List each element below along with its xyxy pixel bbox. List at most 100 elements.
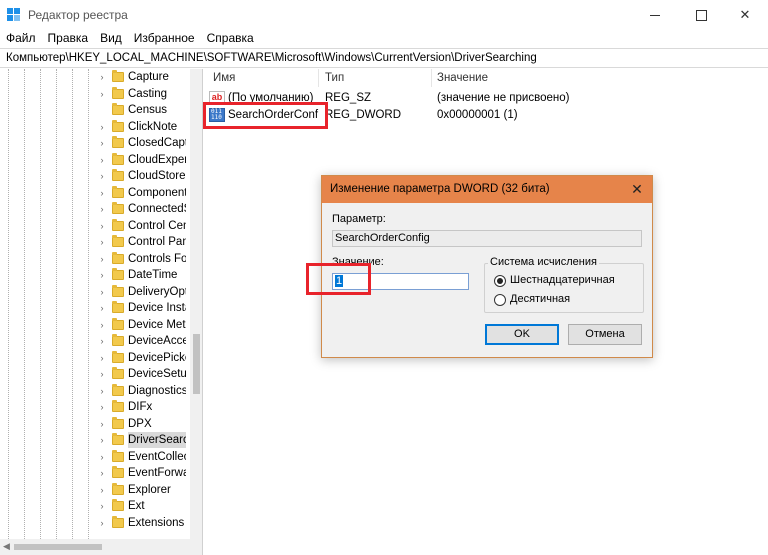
expand-chevron-icon[interactable]: › (97, 366, 107, 382)
tree-item-label: Capture (128, 71, 169, 83)
expand-chevron-icon[interactable]: › (97, 515, 107, 531)
expand-chevron-icon[interactable]: › (97, 449, 107, 465)
tree-item-label: DPX (128, 417, 152, 430)
tree-item[interactable]: › DevicePicke (0, 350, 190, 367)
tree-item[interactable]: › Diagnostics (0, 383, 190, 400)
ok-button[interactable]: OK (485, 324, 559, 345)
folder-icon (112, 268, 124, 280)
tree-item[interactable]: › ClosedCapt (0, 135, 190, 152)
tree-item[interactable]: › DeviceSetup (0, 366, 190, 383)
expand-chevron-icon[interactable]: › (97, 432, 107, 448)
expand-chevron-icon[interactable]: › (97, 168, 107, 184)
expand-chevron-icon[interactable]: › (97, 333, 107, 349)
expand-chevron-icon[interactable]: › (97, 152, 107, 168)
minimize-button[interactable] (632, 0, 678, 30)
expand-chevron-icon[interactable]: › (97, 119, 107, 135)
column-type[interactable]: Тип (325, 69, 344, 87)
tree-item-label: ClosedCapt (128, 137, 186, 149)
scroll-left-icon[interactable]: ◀ (3, 541, 10, 552)
tree-item-label: Device Insta (128, 302, 186, 314)
expand-chevron-icon[interactable]: › (97, 267, 107, 283)
folder-icon (112, 284, 124, 297)
tree-item-label: DIFx (128, 401, 153, 413)
tree-item[interactable]: › EventCollec (0, 449, 190, 466)
tree-item[interactable]: › DPX (0, 416, 190, 433)
tree-item[interactable]: › CloudStore (0, 168, 190, 185)
menu-file[interactable]: Файл (0, 30, 42, 48)
tree-item[interactable]: › DateTime (0, 267, 190, 284)
expand-chevron-icon[interactable]: › (97, 383, 107, 399)
expand-chevron-icon[interactable]: › (97, 482, 107, 498)
tree-item[interactable]: › Device Insta (0, 300, 190, 317)
value-type: REG_DWORD (325, 109, 402, 121)
tree-item[interactable]: › Component (0, 185, 190, 202)
tree-item[interactable]: › DriverSearc (0, 432, 190, 449)
close-button[interactable]: ✕ (722, 0, 768, 30)
menu-help[interactable]: Справка (201, 30, 260, 48)
tree-item[interactable]: › DeviceAcce (0, 333, 190, 350)
expand-chevron-icon[interactable]: › (97, 498, 107, 514)
tree-item-label: Ext (128, 500, 145, 512)
tree-item-label: DriverSearc (128, 432, 186, 448)
tree-item[interactable]: › Extensions (0, 515, 190, 532)
expand-chevron-icon[interactable]: › (97, 317, 107, 333)
tree-item[interactable]: › DIFx (0, 399, 190, 416)
cancel-button[interactable]: Отмена (568, 324, 642, 345)
folder-icon (112, 482, 124, 495)
expand-chevron-icon[interactable]: › (97, 86, 107, 102)
tree-item[interactable]: › ConnectedS (0, 201, 190, 218)
tree-item[interactable]: › Casting (0, 86, 190, 103)
folder-icon (112, 317, 124, 330)
expand-chevron-icon[interactable]: › (97, 350, 107, 366)
expand-chevron-icon[interactable]: › (97, 284, 107, 300)
expand-chevron-icon[interactable]: › (97, 300, 107, 316)
tree-item[interactable]: › CloudExper (0, 152, 190, 169)
address-bar[interactable]: Компьютер\HKEY_LOCAL_MACHINE\SOFTWARE\Mi… (0, 48, 768, 68)
value-data: 0x00000001 (1) (437, 109, 518, 121)
decimal-radio-label[interactable]: Десятичная (510, 293, 570, 305)
expand-chevron-icon[interactable]: › (97, 135, 107, 151)
column-name[interactable]: Имя (213, 69, 235, 87)
tree-item[interactable]: › Capture (0, 69, 190, 86)
tree-item[interactable]: › Control Pan (0, 234, 190, 251)
folder-icon (112, 334, 124, 346)
hex-radio[interactable] (494, 275, 506, 287)
tree-item-label: Casting (128, 87, 167, 100)
tree-vertical-scrollbar[interactable] (190, 69, 202, 539)
menu-bar: Файл Правка Вид Избранное Справка (0, 30, 260, 48)
expand-chevron-icon[interactable]: › (97, 465, 107, 481)
base-group-label: Система исчисления (488, 256, 599, 268)
dialog-close-button[interactable]: ✕ (622, 176, 652, 203)
scrollbar-thumb[interactable] (14, 544, 102, 550)
tree-item[interactable]: › Control Cen (0, 218, 190, 235)
tree-item[interactable]: › Device Meta (0, 317, 190, 334)
tree-horizontal-scrollbar[interactable]: ◀ (0, 539, 203, 555)
tree-item[interactable]: › Explorer (0, 482, 190, 499)
expand-chevron-icon[interactable]: › (97, 234, 107, 250)
tree-item[interactable]: › DeliveryOpt (0, 284, 190, 301)
expand-chevron-icon[interactable]: › (97, 251, 107, 267)
menu-view[interactable]: Вид (94, 30, 128, 48)
window-title: Редактор реестра (28, 8, 128, 22)
tree-item[interactable]: › ClickNote (0, 119, 190, 136)
tree-item[interactable]: › Controls Fol (0, 251, 190, 268)
tree-item[interactable]: › Ext (0, 498, 190, 515)
expand-chevron-icon[interactable]: › (97, 218, 107, 234)
folder-icon (112, 301, 124, 313)
expand-chevron-icon[interactable]: › (97, 201, 107, 217)
menu-favorites[interactable]: Избранное (128, 30, 201, 48)
tree-item[interactable]: › EventForwa (0, 465, 190, 482)
maximize-button[interactable] (678, 0, 724, 30)
menu-edit[interactable]: Правка (42, 30, 95, 48)
tree-item-label: Device Meta (128, 318, 186, 331)
expand-chevron-icon[interactable]: › (97, 416, 107, 432)
column-data[interactable]: Значение (437, 69, 488, 87)
decimal-radio[interactable] (494, 294, 506, 306)
expand-chevron-icon[interactable]: › (97, 399, 107, 415)
scrollbar-thumb[interactable] (193, 334, 200, 394)
tree-item[interactable]: Census (0, 102, 190, 119)
expand-chevron-icon[interactable]: › (97, 185, 107, 201)
expand-chevron-icon[interactable]: › (97, 69, 107, 85)
hex-radio-label[interactable]: Шестнадцатеричная (510, 274, 615, 286)
tree-item-label: ClickNote (128, 120, 178, 133)
